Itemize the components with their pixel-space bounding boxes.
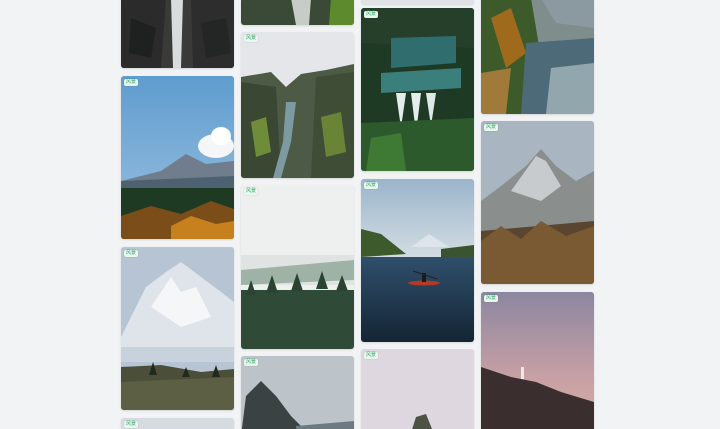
photo-card-dusk-lighthouse[interactable]: 风景 [481,292,594,429]
category-badge: 风景 [244,188,259,195]
photo-card-misty-forest[interactable]: 风景 [241,185,354,349]
photo-cascading-falls [361,8,474,171]
photo-card-pink-sky-rock[interactable]: 风景 [361,349,474,429]
category-badge: 风景 [124,250,139,257]
photo-card-waterfall-top[interactable] [241,0,354,25]
photo-card-snowy-peak[interactable]: 风景 [121,247,234,410]
photo-card-cascading-falls[interactable]: 风景 [361,8,474,171]
photo-waterfall-top [241,0,354,25]
photo-card-partial-bottom[interactable]: 风景 [121,418,234,429]
photo-card-gorge-river[interactable]: 风景 [241,32,354,178]
category-badge: 风景 [364,352,379,359]
photo-card-mountain-lake-sunny[interactable]: 风景 [121,76,234,239]
category-badge: 风景 [484,124,499,131]
photo-card-lake-top[interactable] [361,0,474,4]
photo-kayak-lake [361,179,474,342]
photo-mountain-lake-sunny [121,76,234,239]
photo-snowy-peak [121,247,234,410]
photo-pink-sky-rock [361,349,474,429]
photo-gorge-river [241,32,354,178]
photo-rocky-mountain [481,121,594,284]
category-badge: 风景 [484,295,499,302]
photo-waterfall-canyon [121,0,234,68]
photo-card-waterfall-canyon[interactable] [121,0,234,68]
photo-card-autumn-lake[interactable] [481,0,594,114]
photo-autumn-lake [481,0,594,114]
photo-card-rocky-mountain[interactable]: 风景 [481,121,594,284]
category-badge: 风景 [124,79,139,86]
photo-misty-forest [241,185,354,349]
category-badge: 风景 [244,35,259,42]
photo-lake-top [361,0,474,4]
category-badge: 风景 [124,421,139,428]
photo-card-kayak-lake[interactable]: 风景 [361,179,474,342]
photo-dusk-lighthouse [481,292,594,429]
photo-card-foggy-cliffs[interactable]: 风景 [241,356,354,429]
category-badge: 风景 [364,182,379,189]
photo-foggy-cliffs [241,356,354,429]
category-badge: 风景 [364,11,379,18]
category-badge: 风景 [244,359,259,366]
